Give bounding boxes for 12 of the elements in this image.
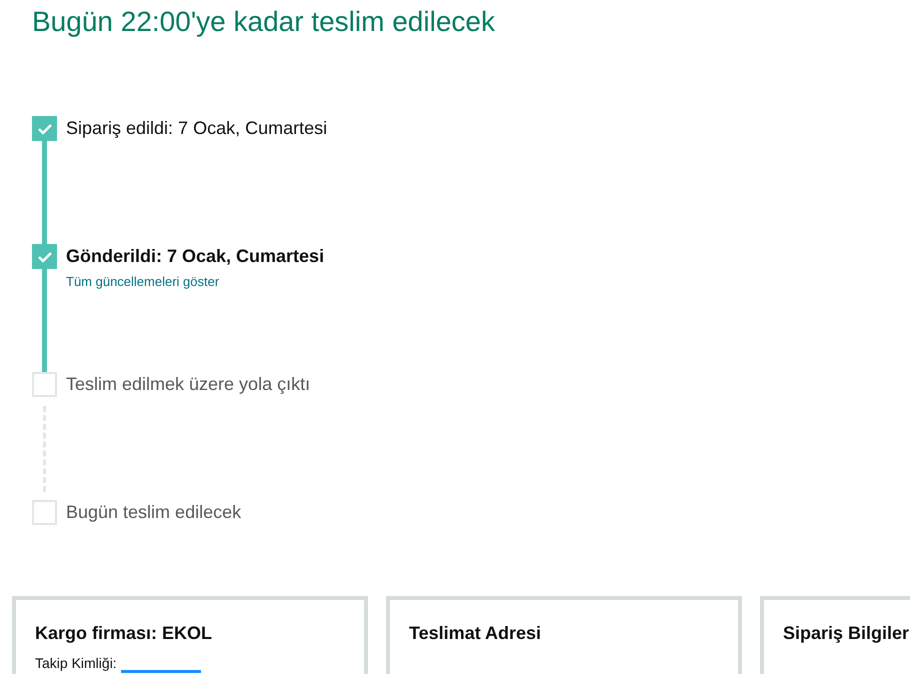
card-title: Sipariş Bilgileri (783, 622, 910, 645)
checkmark-icon (36, 250, 52, 262)
checkmark-icon (36, 122, 52, 134)
step-label: Sipariş edildi: 7 Ocak, Cumartesi (66, 117, 328, 140)
step-label: Bugün teslim edilecek (66, 501, 242, 524)
tracking-id-label: Takip Kimliği: (35, 654, 117, 673)
delivery-heading: Bugün 22:00'ye kadar teslim edilecek (32, 5, 495, 39)
card-title: Teslimat Adresi (409, 622, 542, 645)
step-label: Gönderildi: 7 Ocak, Cumartesi (66, 245, 324, 268)
card-title: Kargo firması: EKOL (35, 622, 214, 645)
step-label: Teslim edilmek üzere yola çıktı (66, 373, 310, 396)
updates-link[interactable]: Tüm güncellemeleri göster (66, 272, 220, 292)
